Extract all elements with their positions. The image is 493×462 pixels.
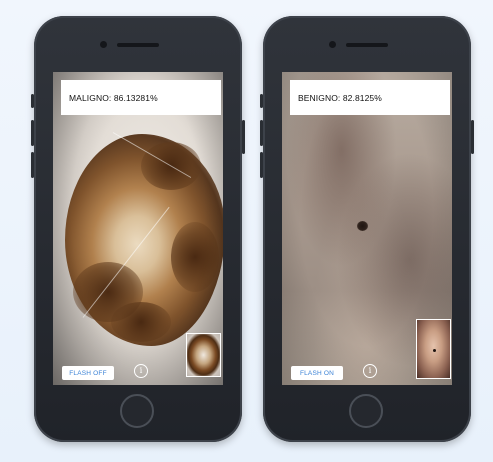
home-button[interactable]: [120, 394, 154, 428]
volume-down-button: [260, 152, 263, 178]
power-button: [471, 120, 474, 154]
info-glyph: i: [139, 366, 143, 376]
earpiece-speaker: [346, 43, 388, 47]
prediction-label: BENIGNO: 82.8125%: [290, 80, 450, 115]
prediction-text: BENIGNO: 82.8125%: [298, 92, 382, 103]
flash-button-label: FLASH OFF: [69, 369, 107, 377]
home-button[interactable]: [349, 394, 383, 428]
showcase-stage: MALIGNO: 86.13281% FLASH OFF i BENIGNO: …: [0, 0, 493, 462]
earpiece-speaker: [117, 43, 159, 47]
flash-toggle-button[interactable]: FLASH OFF: [62, 366, 114, 380]
volume-down-button: [31, 152, 34, 178]
app-screen: MALIGNO: 86.13281% FLASH OFF i: [53, 72, 223, 385]
flash-toggle-button[interactable]: FLASH ON: [291, 366, 343, 380]
power-button: [242, 120, 245, 154]
volume-up-button: [260, 120, 263, 146]
prediction-text: MALIGNO: 86.13281%: [69, 92, 158, 103]
volume-up-button: [31, 120, 34, 146]
thumbnail-mole: [433, 349, 436, 352]
captured-thumbnail[interactable]: [416, 319, 451, 379]
front-camera: [100, 41, 107, 48]
phone-right: BENIGNO: 82.8125% FLASH ON i: [260, 16, 474, 442]
front-camera: [329, 41, 336, 48]
mute-switch: [31, 94, 34, 108]
app-screen: BENIGNO: 82.8125% FLASH ON i: [282, 72, 452, 385]
captured-thumbnail[interactable]: [186, 333, 221, 377]
info-icon[interactable]: i: [134, 364, 148, 378]
mute-switch: [260, 94, 263, 108]
phone-left: MALIGNO: 86.13281% FLASH OFF i: [31, 16, 245, 442]
info-icon[interactable]: i: [363, 364, 377, 378]
flash-button-label: FLASH ON: [299, 369, 335, 377]
prediction-label: MALIGNO: 86.13281%: [61, 80, 221, 115]
info-glyph: i: [368, 366, 372, 376]
